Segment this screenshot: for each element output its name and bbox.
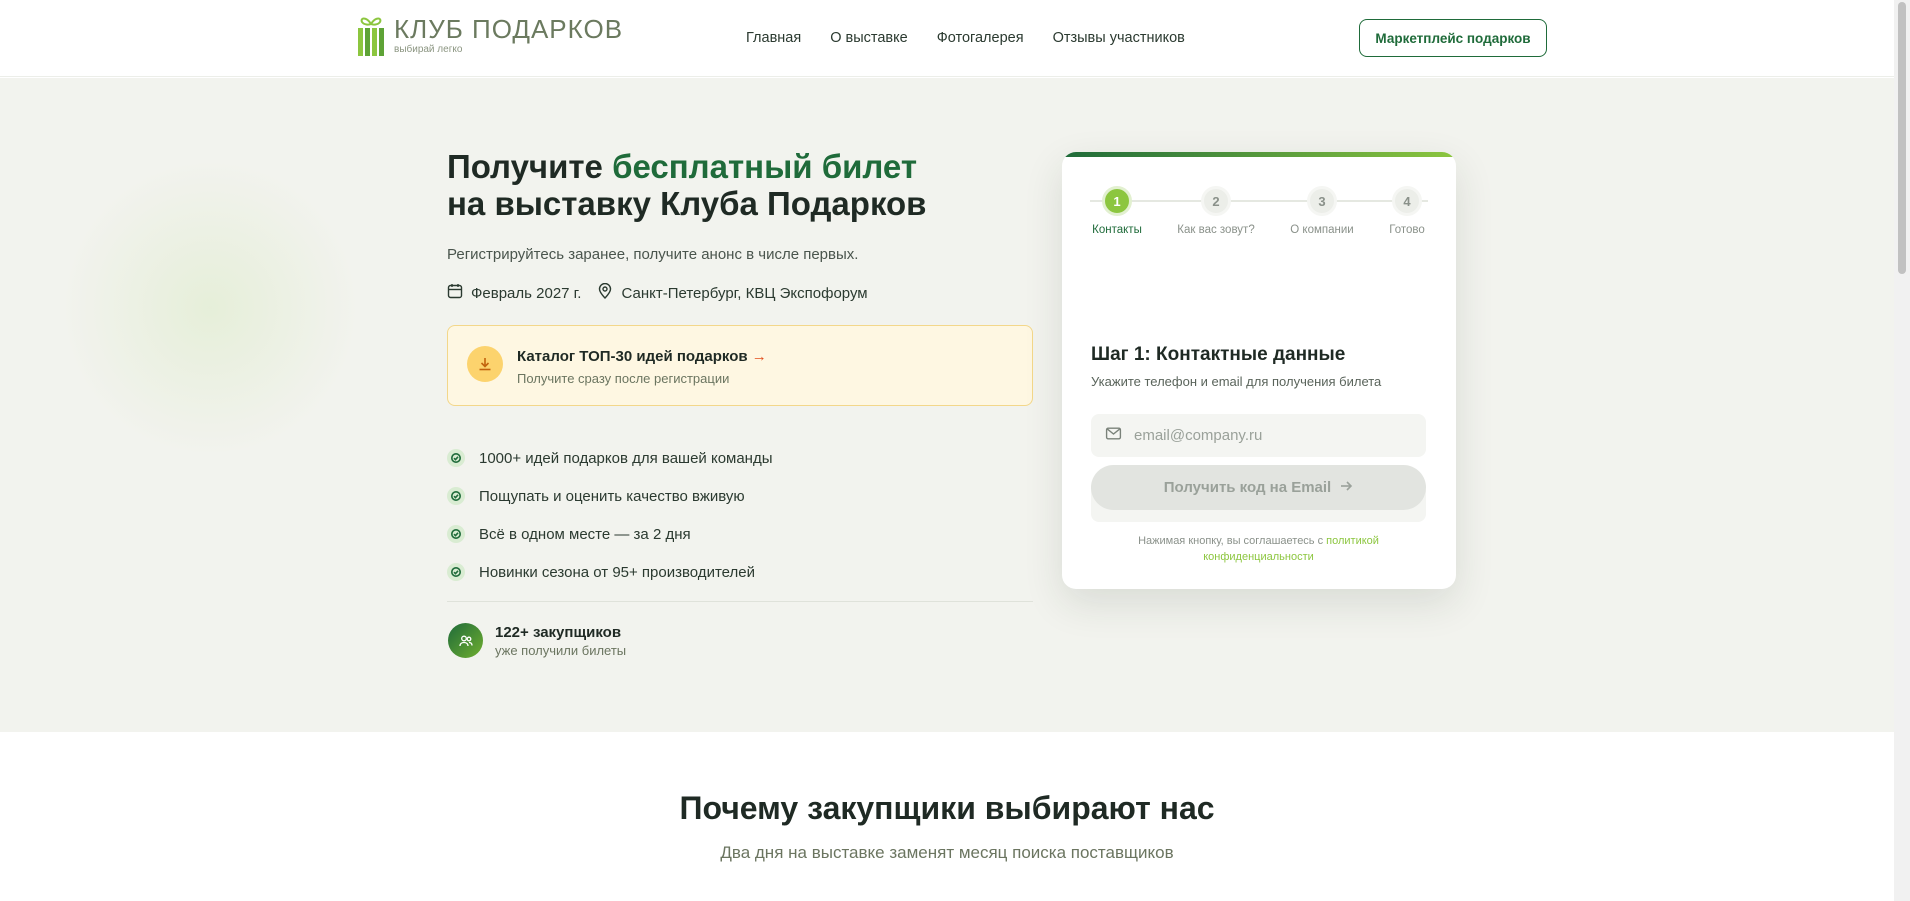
step-done[interactable]: 4 Готово — [1367, 186, 1447, 236]
get-code-label: Получить код на Email — [1163, 479, 1332, 496]
divider — [447, 601, 1033, 602]
download-icon — [467, 346, 503, 382]
buyers-count: 122+ закупщиков — [495, 623, 622, 641]
step-number: 3 — [1307, 186, 1337, 216]
check-icon — [447, 487, 465, 505]
arrow-right-icon — [1339, 479, 1353, 497]
list-item: Пощупать и оценить качество вживую — [447, 477, 773, 515]
nav-item-reviews[interactable]: Отзывы участников — [1053, 30, 1185, 46]
event-location: Санкт-Петербург, КВЦ Экспофорум — [597, 282, 868, 303]
calendar-icon — [447, 283, 463, 303]
gift-logo-icon — [356, 16, 386, 58]
hero-section: Получите бесплатный билет на выставку Кл… — [0, 78, 1894, 732]
hero-title-prefix: Получите — [447, 148, 613, 185]
catalog-title-text: Каталог ТОП-30 идей подарков — [517, 348, 748, 365]
mail-icon — [1105, 425, 1122, 447]
nav-item-gallery[interactable]: Фотогалерея — [937, 30, 1024, 46]
feature-text: Всё в одном месте — за 2 дня — [479, 525, 691, 543]
step-company[interactable]: 3 О компании — [1282, 186, 1362, 236]
form-subtitle: Укажите телефон и email для получения би… — [1091, 374, 1382, 389]
step-label: Готово — [1389, 224, 1425, 236]
feature-text: Новинки сезона от 95+ производителей — [479, 563, 755, 581]
section-subtitle: Два дня на выставке заменят месяц поиска… — [720, 843, 1174, 862]
logo-tagline: выбирай легко — [394, 44, 463, 55]
decorative-glow — [60, 158, 360, 458]
event-location-text: Санкт-Петербург, КВЦ Экспофорум — [621, 284, 868, 302]
feature-text: Пощупать и оценить качество вживую — [479, 487, 745, 505]
check-icon — [447, 563, 465, 581]
step-label: Контакты — [1092, 224, 1142, 236]
catalog-title: Каталог ТОП-30 идей подарков → — [517, 348, 767, 365]
marketplace-button[interactable]: Маркетплейс подарков — [1359, 19, 1547, 57]
list-item: 1000+ идей подарков для вашей команды — [447, 439, 773, 477]
event-meta: Февраль 2027 г. Санкт-Петербург, КВЦ Экс… — [447, 282, 884, 303]
main-nav: Главная О выставке Фотогалерея Отзывы уч… — [746, 30, 1185, 46]
list-item: Всё в одном месте — за 2 дня — [447, 515, 773, 553]
hero-title-line2: на выставку Клуба Подарков — [447, 185, 927, 222]
registration-card: 1 Контакты 2 Как вас зовут? 3 О компании… — [1062, 152, 1456, 589]
step-name[interactable]: 2 Как вас зовут? — [1176, 186, 1256, 236]
card-accent-bar — [1062, 152, 1456, 157]
hero-title: Получите бесплатный билет на выставку Кл… — [447, 148, 926, 222]
location-pin-icon — [597, 282, 613, 303]
hero-title-accent: бесплатный билет — [612, 148, 917, 185]
email-input[interactable] — [1134, 427, 1404, 444]
step-number: 2 — [1201, 186, 1231, 216]
list-item: Новинки сезона от 95+ производителей — [447, 553, 773, 591]
form-title: Шаг 1: Контактные данные — [1091, 344, 1346, 365]
step-number: 1 — [1102, 186, 1132, 216]
check-icon — [447, 525, 465, 543]
feature-text: 1000+ идей подарков для вашей команды — [479, 449, 773, 467]
event-date: Февраль 2027 г. — [447, 283, 581, 303]
hero-lead: Регистрируйтесь заранее, получите анонс … — [447, 246, 859, 263]
page-scrollbar[interactable] — [1894, 0, 1910, 901]
step-label: Как вас зовут? — [1177, 224, 1255, 236]
consent-prefix: Нажимая кнопку, вы соглашаетесь с — [1138, 535, 1327, 547]
nav-item-about[interactable]: О выставке — [830, 30, 908, 46]
buyers-subtitle: уже получили билеты — [495, 642, 627, 658]
consent-text: Нажимая кнопку, вы соглашаетесь с полити… — [1091, 533, 1426, 565]
logo-title: КЛУБ ПОДАРКОВ — [394, 14, 624, 44]
arrow-right-icon: → — [751, 348, 767, 365]
logo[interactable]: КЛУБ ПОДАРКОВ выбирай легко — [356, 16, 623, 58]
step-number: 4 — [1392, 186, 1422, 216]
get-code-button[interactable]: Получить код на Email — [1091, 465, 1426, 510]
users-icon — [448, 623, 483, 658]
buyers-stat: 122+ закупщиков уже получили билеты — [448, 623, 626, 658]
catalog-banner[interactable]: Каталог ТОП-30 идей подарков → Получите … — [447, 325, 1033, 406]
check-icon — [447, 449, 465, 467]
site-header: КЛУБ ПОДАРКОВ выбирай легко Главная О вы… — [0, 0, 1894, 77]
scrollbar-thumb[interactable] — [1898, 2, 1906, 274]
email-field[interactable] — [1091, 414, 1426, 457]
event-date-text: Февраль 2027 г. — [471, 284, 582, 302]
step-label: О компании — [1290, 224, 1354, 236]
section-title: Почему закупщики выбирают нас — [679, 790, 1215, 826]
features-list: 1000+ идей подарков для вашей команды По… — [447, 439, 773, 591]
nav-item-home[interactable]: Главная — [746, 30, 801, 46]
catalog-subtitle: Получите сразу после регистрации — [517, 371, 730, 386]
step-contacts[interactable]: 1 Контакты — [1077, 186, 1157, 236]
